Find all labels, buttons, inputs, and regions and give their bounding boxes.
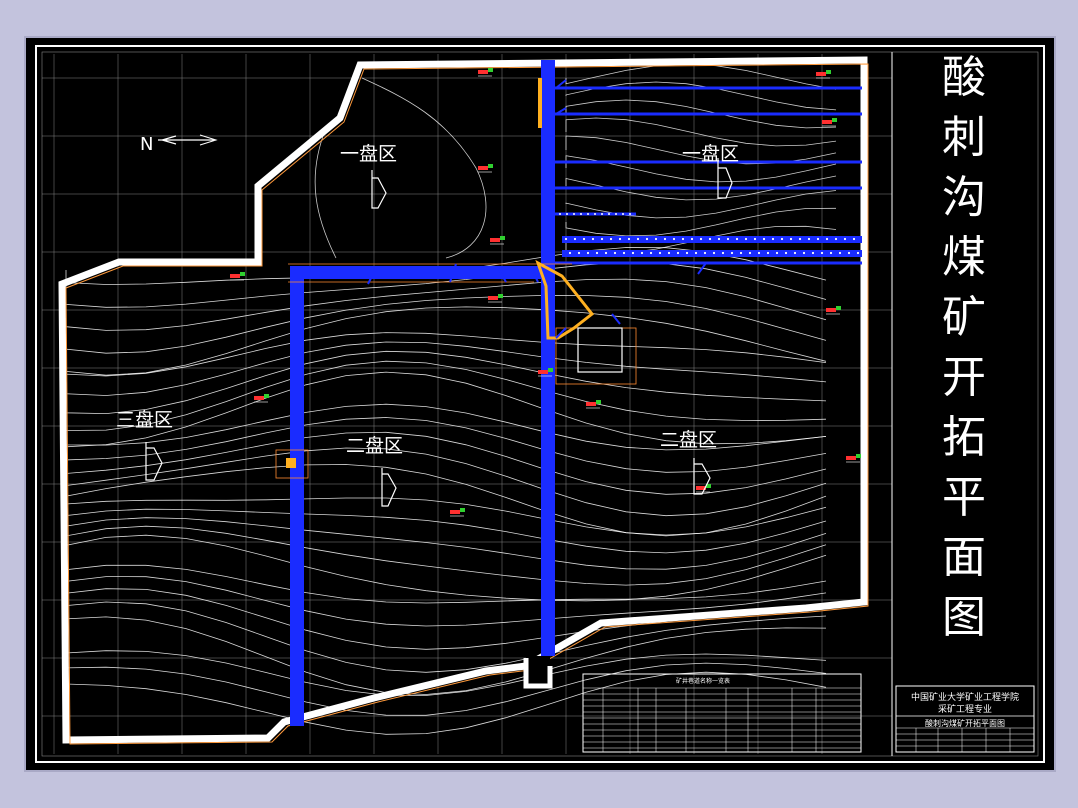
west-shaft-icon (286, 458, 296, 468)
cross-roadway (290, 266, 550, 279)
dotted-roadway-b (562, 250, 862, 257)
advance-arrows (145, 158, 733, 507)
drawing-sheet: 一盘区 一盘区 二盘区 二盘区 三盘区 N 矿井巷道名称一览表 酸刺沟煤矿开拓平… (26, 38, 1054, 770)
table-title: 矿井巷道名称一览表 (676, 677, 730, 685)
zone-label-one-right: 一盘区 (682, 143, 739, 165)
main-haulage-roadway (541, 60, 555, 656)
title-char: 沟 (942, 172, 986, 223)
svg-text:N: N (140, 134, 153, 155)
vertical-title: 酸刺沟煤矿开拓平面图 (894, 56, 1034, 688)
boundary-inner-orange (65, 63, 869, 745)
roadway-dots (559, 213, 860, 255)
zone-label-one-top: 一盘区 (340, 143, 397, 165)
dotted-roadway-a (562, 236, 862, 243)
industrial-site-outline (555, 327, 637, 385)
roadway-ticks (367, 79, 707, 339)
title-char: 平 (942, 472, 986, 523)
zone-label-two-right: 二盘区 (660, 429, 717, 451)
inner-frame (41, 51, 1039, 757)
north-arrow: N (140, 134, 218, 155)
title-block-drawing-name: 酸刺沟煤矿开拓平面图 (925, 719, 1005, 728)
title-block-major: 采矿工程专业 (937, 705, 992, 715)
title-char: 矿 (942, 292, 986, 343)
title-char: 拓 (942, 412, 986, 463)
title-char: 开 (942, 352, 986, 403)
west-roadway (290, 266, 304, 726)
title-char: 刺 (942, 112, 986, 163)
title-char: 面 (942, 532, 986, 583)
title-char: 煤 (942, 232, 986, 283)
zone-label-two-center: 二盘区 (346, 435, 403, 457)
title-char: 酸 (942, 52, 986, 103)
title-char: 图 (942, 592, 986, 643)
zone-label-three: 三盘区 (116, 409, 173, 431)
